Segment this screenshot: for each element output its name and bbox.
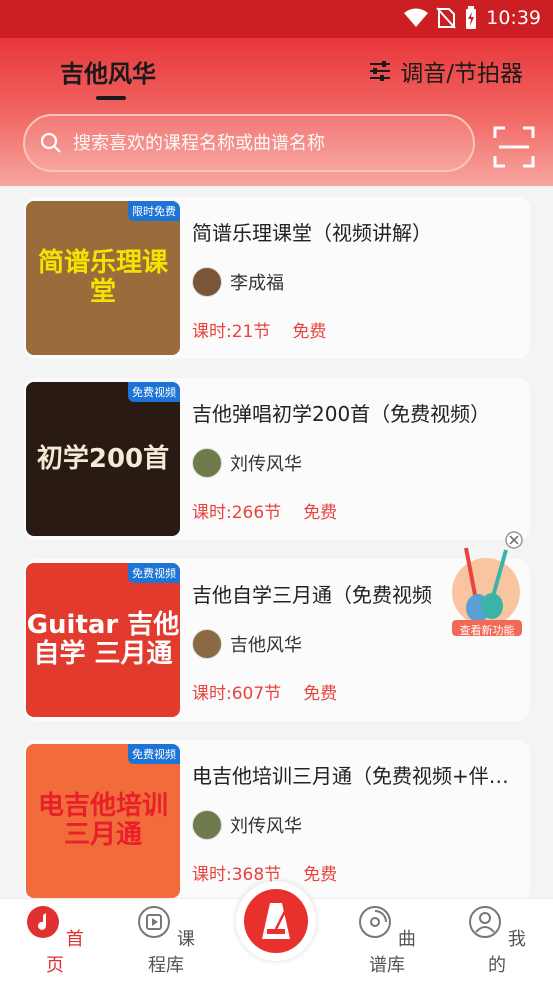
course-cover-art: 电吉他培训 三月通 <box>26 744 180 898</box>
wifi-icon <box>404 8 429 27</box>
home-music-icon <box>27 906 60 938</box>
status-time: 10:39 <box>486 7 541 29</box>
battery-icon <box>466 6 477 29</box>
course-cover: Guitar 吉他自学 三月通 免费视频 <box>26 563 180 717</box>
course-badge: 免费视频 <box>128 744 180 764</box>
avatar <box>192 448 222 478</box>
search-icon <box>40 132 61 153</box>
course-title: 简谱乐理课堂（视频讲解） <box>192 221 432 245</box>
search-bar[interactable] <box>23 114 475 172</box>
course-cover-art: Guitar 吉他自学 三月通 <box>26 563 180 717</box>
course-author: 李成福 <box>192 267 284 297</box>
course-author: 吉他风华 <box>192 629 302 659</box>
scan-icon[interactable] <box>493 126 535 168</box>
course-cover: 初学200首 免费视频 <box>26 382 180 536</box>
metronome-button[interactable] <box>236 881 316 961</box>
avatar <box>192 629 222 659</box>
author-name: 刘传风华 <box>230 454 302 475</box>
header: 吉他风华 调音/节拍器 <box>0 38 553 186</box>
avatar <box>192 810 222 840</box>
no-sim-icon <box>436 7 456 29</box>
new-feature-label: 查看新功能 <box>459 624 515 637</box>
course-badge: 免费视频 <box>128 563 180 583</box>
course-price: 免费 <box>303 503 338 523</box>
new-feature-badge[interactable]: 查看新功能 <box>436 530 530 638</box>
nav-home[interactable]: 首页 <box>20 905 90 977</box>
course-meta: 课时:21节 免费 <box>192 317 326 342</box>
author-name: 李成福 <box>230 273 284 294</box>
course-cover: 电吉他培训 三月通 免费视频 <box>26 744 180 898</box>
course-badge: 限时免费 <box>128 201 180 221</box>
course-meta: 课时:266节 免费 <box>192 498 337 523</box>
course-badge: 免费视频 <box>128 382 180 402</box>
nav-scores[interactable]: 曲谱库 <box>352 905 422 977</box>
tuner-metronome-button[interactable]: 调音/节拍器 <box>368 54 523 88</box>
metronome-icon <box>262 903 290 939</box>
course-meta: 课时:368节 免费 <box>192 860 337 885</box>
course-cover-art: 简谱乐理课堂 <box>26 201 180 355</box>
course-lessons: 课时:21节 <box>192 322 271 342</box>
nav-courses[interactable]: 课程库 <box>131 905 201 977</box>
video-library-icon <box>138 906 171 938</box>
course-card[interactable]: 电吉他培训 三月通 免费视频 电吉他培训三月通（免费视频+伴… 刘传风华 课时:… <box>24 740 530 902</box>
course-cover-art: 初学200首 <box>26 382 180 536</box>
course-lessons: 课时:607节 <box>192 684 282 704</box>
tuner-label: 调音/节拍器 <box>400 61 523 87</box>
disc-icon <box>359 906 392 938</box>
sliders-icon <box>370 61 391 81</box>
status-bar: 10:39 <box>0 0 553 38</box>
course-cover: 简谱乐理课堂 限时免费 <box>26 201 180 355</box>
tab-underline <box>96 96 126 100</box>
author-name: 刘传风华 <box>230 816 302 837</box>
search-input[interactable] <box>73 132 453 154</box>
course-card[interactable]: 简谱乐理课堂 限时免费 简谱乐理课堂（视频讲解） 李成福 课时:21节 免费 <box>24 197 530 359</box>
course-price: 免费 <box>292 322 327 342</box>
bottom-nav: 首页 课程库 曲谱库 我的 <box>0 881 553 983</box>
course-lessons: 课时:266节 <box>192 503 282 523</box>
course-meta: 课时:607节 免费 <box>192 679 337 704</box>
course-title: 吉他弹唱初学200首（免费视频） <box>192 402 491 426</box>
user-icon <box>469 906 502 938</box>
course-price: 免费 <box>303 684 338 704</box>
course-title: 电吉他培训三月通（免费视频+伴… <box>192 764 509 788</box>
course-card[interactable]: 初学200首 免费视频 吉他弹唱初学200首（免费视频） 刘传风华 课时:266… <box>24 378 530 540</box>
course-author: 刘传风华 <box>192 448 302 478</box>
course-author: 刘传风华 <box>192 810 302 840</box>
avatar <box>192 267 222 297</box>
author-name: 吉他风华 <box>230 635 302 656</box>
nav-mine[interactable]: 我的 <box>462 905 532 977</box>
course-price: 免费 <box>303 865 338 885</box>
tab-guitar-fenghua[interactable]: 吉他风华 <box>60 54 156 89</box>
